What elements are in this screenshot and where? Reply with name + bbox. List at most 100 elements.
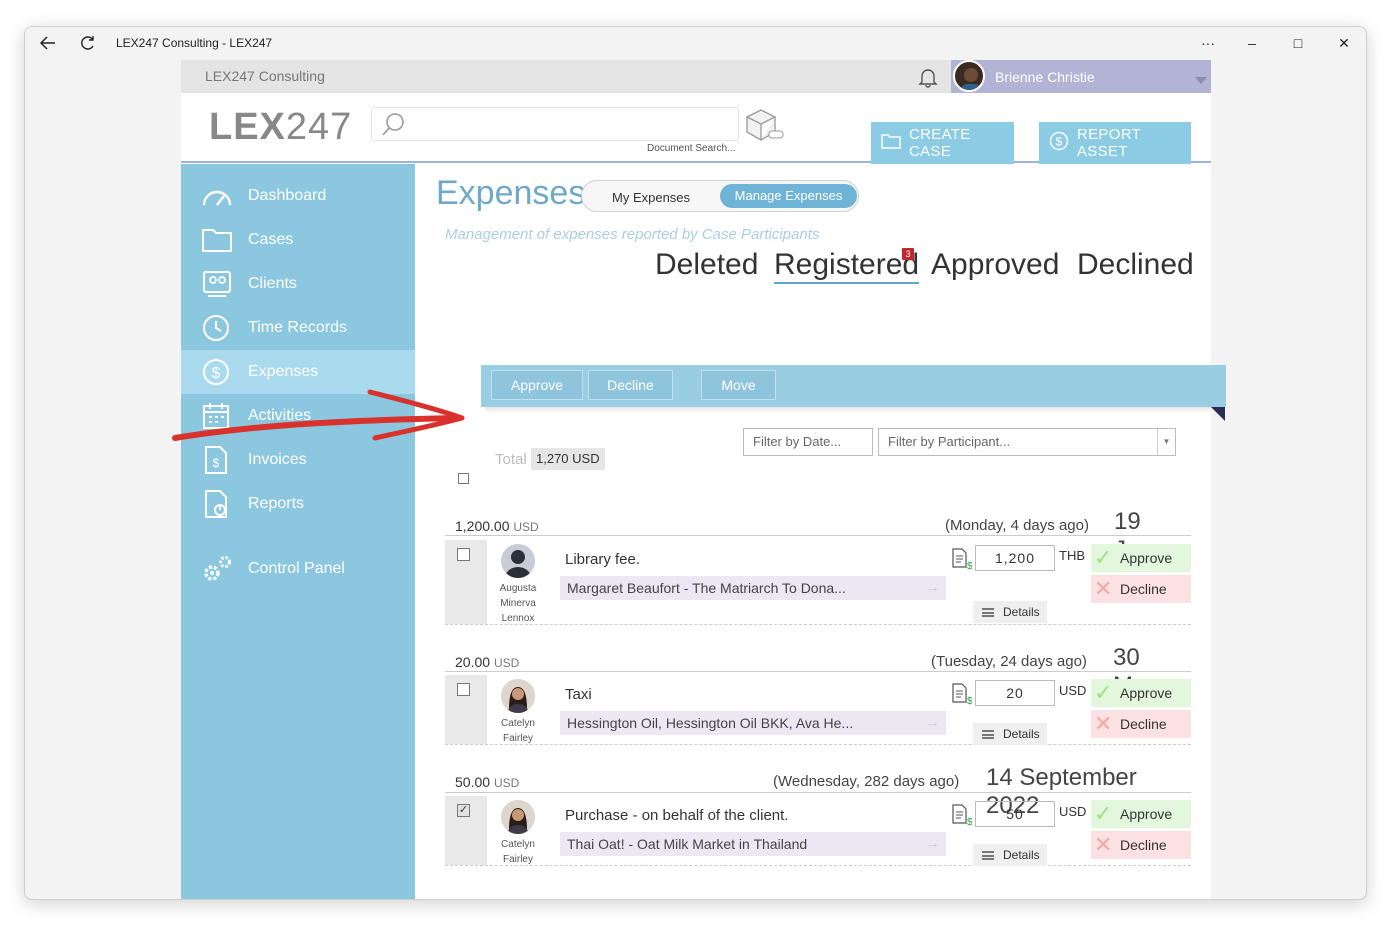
expense-unit: THB [1059, 548, 1085, 563]
clock-icon [201, 313, 233, 343]
svg-text:$: $ [1056, 135, 1063, 149]
svg-text:$: $ [967, 696, 972, 705]
expenses-view-toggle: My Expenses Manage Expenses [581, 180, 859, 212]
manage-expenses-toggle[interactable]: Manage Expenses [720, 184, 857, 208]
group-ago: (Wednesday, 282 days ago) [773, 773, 960, 790]
back-arrow-icon[interactable] [37, 33, 59, 53]
chevron-down-icon[interactable]: ▼ [1157, 429, 1175, 455]
expense-group-header: 50.00 USD (Wednesday, 282 days ago) 14 S… [445, 764, 1191, 819]
filter-by-participant-select[interactable]: Filter by Participant... ▼ [878, 428, 1176, 456]
sidebar-item-control-panel[interactable]: Control Panel [181, 547, 415, 591]
invoice-icon: $ [201, 445, 233, 475]
lex247-logo[interactable]: LEX247 [209, 106, 352, 149]
sidebar: Dashboard Cases Clients Time Records $ E… [181, 164, 415, 899]
bell-icon[interactable] [917, 66, 939, 88]
maximize-button[interactable]: □ [1287, 33, 1309, 53]
close-icon: ✕ [1094, 576, 1113, 601]
expense-quantity-input[interactable]: 1,200 [975, 545, 1055, 571]
expense-case-link[interactable]: Margaret Beaufort - The Matriarch To Don… [560, 576, 946, 600]
check-icon: ✓ [1094, 680, 1113, 705]
menu-lines-icon [982, 730, 994, 739]
close-button[interactable]: ✕ [1333, 33, 1355, 53]
close-icon: ✕ [1094, 832, 1113, 857]
select-all-checkbox[interactable] [458, 473, 469, 484]
decline-button[interactable]: ✕ Decline [1091, 575, 1191, 603]
expense-row: Augusta Minerva Lennox Library fee. Margar… [445, 540, 1191, 625]
details-button[interactable]: Details [973, 844, 1047, 866]
group-amount: 1,200.00 USD [455, 518, 539, 534]
sidebar-item-clients[interactable]: Clients [181, 262, 415, 306]
sidebar-item-expenses[interactable]: $ Expenses [181, 350, 415, 394]
main-content: Expenses My Expenses Manage Expenses Man… [415, 164, 1226, 899]
arrow-right-icon: → [924, 714, 940, 731]
check-icon: ✓ [1094, 545, 1113, 570]
bulk-move-button[interactable]: Move [701, 370, 776, 400]
bulk-decline-button[interactable]: Decline [588, 370, 673, 400]
row-checkbox[interactable] [457, 548, 470, 561]
my-expenses-toggle[interactable]: My Expenses [612, 190, 690, 205]
approve-button[interactable]: ✓ Approve [1091, 544, 1191, 572]
registered-count-badge: 3 [902, 248, 914, 260]
sidebar-item-cases[interactable]: Cases [181, 218, 415, 262]
row-checkbox[interactable]: ✓ [457, 804, 470, 817]
menu-lines-icon [982, 851, 994, 860]
dollar-circle-icon: $ [1049, 131, 1069, 155]
user-avatar [953, 60, 985, 92]
participant-avatar [501, 800, 535, 834]
approve-button[interactable]: ✓ Approve [1091, 800, 1191, 828]
expense-document-icon[interactable]: $ [950, 804, 973, 828]
expense-document-icon[interactable]: $ [950, 683, 973, 707]
expense-quantity-input[interactable]: 20 [975, 680, 1055, 706]
total-value: 1,270 USD [531, 448, 605, 470]
approve-button[interactable]: ✓ Approve [1091, 679, 1191, 707]
details-button[interactable]: Details [973, 723, 1047, 745]
filter-by-date-input[interactable]: Filter by Date... [743, 428, 873, 456]
participant-name: Catelyn Fairley [501, 839, 535, 865]
expense-row: Catelyn Fairley Taxi Hessington Oil, Hess… [445, 675, 1191, 745]
user-menu[interactable]: Brienne Christie [951, 60, 1211, 93]
app-header: LEX247 Document Search... CREATE CASE $ … [181, 93, 1211, 164]
top-strip: LEX247 Consulting Brienne Christie [181, 60, 1211, 93]
sidebar-item-reports[interactable]: Reports [181, 482, 415, 526]
more-options-icon[interactable]: ··· [1197, 33, 1219, 53]
expense-description: Taxi [565, 686, 592, 703]
document-search-input[interactable] [371, 107, 739, 141]
dollar-circle-icon: $ [201, 357, 233, 387]
expense-document-icon[interactable]: $ [950, 548, 973, 572]
decline-button[interactable]: ✕ Decline [1091, 710, 1191, 738]
participant-filter-placeholder: Filter by Participant... [888, 434, 1011, 449]
row-checkbox[interactable] [457, 683, 470, 696]
minimize-button[interactable]: – [1241, 33, 1263, 53]
expense-case-link[interactable]: Hessington Oil, Hessington Oil BKK, Ava … [560, 711, 946, 735]
gears-icon [201, 554, 233, 584]
package-link-icon[interactable] [743, 107, 785, 143]
svg-text:$: $ [967, 817, 972, 826]
sidebar-item-activities[interactable]: Activities [181, 394, 415, 438]
expense-description: Library fee. [565, 551, 641, 568]
refresh-icon[interactable] [77, 33, 99, 53]
check-icon: ✓ [1094, 801, 1113, 826]
svg-text:$: $ [213, 456, 220, 470]
page-subtitle: Management of expenses reported by Case … [445, 226, 820, 243]
report-asset-button[interactable]: $ REPORT ASSET [1039, 122, 1191, 164]
expense-group-header: 20.00 USD (Tuesday, 24 days ago) 30 May [445, 644, 1191, 699]
chevron-down-icon[interactable] [1195, 72, 1207, 90]
sidebar-item-invoices[interactable]: $ Invoices [181, 438, 415, 482]
tab-registered[interactable]: Registered [774, 248, 920, 284]
create-case-button[interactable]: CREATE CASE [871, 122, 1014, 164]
tab-deleted[interactable]: Deleted [655, 248, 758, 282]
sidebar-item-time-records[interactable]: Time Records [181, 306, 415, 350]
tab-approved[interactable]: Approved [931, 248, 1059, 282]
group-amount: 50.00 USD [455, 774, 520, 790]
group-ago: (Tuesday, 24 days ago) [931, 653, 1087, 670]
sidebar-item-dashboard[interactable]: Dashboard [181, 174, 415, 218]
tab-declined[interactable]: Declined [1077, 248, 1194, 282]
expense-quantity-input[interactable]: 50 [975, 801, 1055, 827]
bulk-approve-button[interactable]: Approve [491, 370, 583, 400]
expense-case-link[interactable]: Thai Oat! - Oat Milk Market in Thailand → [560, 832, 946, 856]
close-icon: ✕ [1094, 711, 1113, 736]
details-button[interactable]: Details [973, 601, 1047, 623]
decline-button[interactable]: ✕ Decline [1091, 831, 1191, 859]
action-bar-shadow [485, 407, 1213, 413]
group-amount: 20.00 USD [455, 654, 520, 670]
